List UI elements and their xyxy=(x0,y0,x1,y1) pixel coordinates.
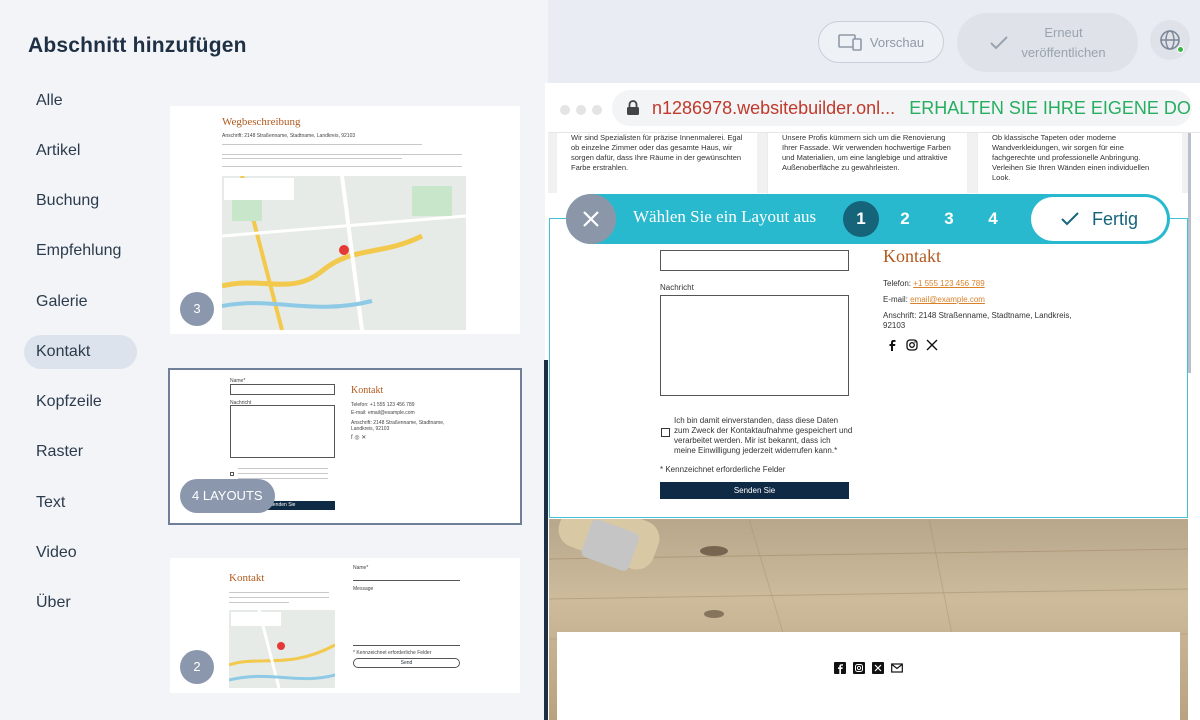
url-field[interactable]: n1286978.websitebuilder.onl... ERHALTEN … xyxy=(612,90,1192,126)
section-thumbnail-directions[interactable]: Wegbeschreibung Anschrift: 2148 Straßenn… xyxy=(170,106,520,334)
done-label: Fertig xyxy=(1091,208,1138,229)
selected-section-outline xyxy=(549,218,1188,518)
republish-button[interactable]: Erneut veröffentlichen xyxy=(957,13,1138,72)
publish-label-line1: Erneut xyxy=(1044,24,1083,40)
thumb-contact-title: Kontakt xyxy=(351,385,384,396)
map-image xyxy=(229,610,335,688)
thumb-title: Kontakt xyxy=(229,572,265,584)
thumb-message-label: Message xyxy=(353,586,374,592)
layout-option-1[interactable]: 1 xyxy=(843,201,879,237)
category-artikel[interactable]: Artikel xyxy=(24,134,137,168)
preview-scrollbar[interactable] xyxy=(1188,133,1191,373)
devices-icon xyxy=(838,34,862,51)
done-button[interactable]: Fertig xyxy=(1031,197,1167,241)
layout-option-3[interactable]: 3 xyxy=(931,201,967,237)
panel-edge xyxy=(544,360,548,720)
layout-count-badge: 2 xyxy=(180,650,214,684)
category-text[interactable]: Text xyxy=(24,486,137,520)
footer-card xyxy=(557,632,1180,720)
thumb-address: Anschrift: 2148 Straßenname, Stadtname, … xyxy=(351,420,445,432)
footer-mail-icon[interactable] xyxy=(891,661,903,673)
language-button[interactable] xyxy=(1150,20,1190,60)
thumb-phone: Telefon: +1 555 123 456 789 xyxy=(351,402,415,408)
category-video[interactable]: Video xyxy=(24,536,137,570)
layout-picker-label: Wählen Sie ein Layout aus xyxy=(633,207,817,226)
preview-button[interactable]: Vorschau xyxy=(818,21,944,63)
category-alle[interactable]: Alle xyxy=(24,84,137,118)
category-ueber[interactable]: Über xyxy=(24,586,137,620)
domain-promo-link[interactable]: ERHALTEN SIE IHRE EIGENE DO... xyxy=(909,98,1192,119)
browser-bar: n1286978.websitebuilder.onl... ERHALTEN … xyxy=(548,83,1200,133)
section-thumbnail-contact-form[interactable]: Name* Nachricht Senden Sie Kontakt Telef… xyxy=(168,368,522,525)
category-raster[interactable]: Raster xyxy=(24,435,137,469)
layout-count-badge: 3 xyxy=(180,292,214,326)
close-icon xyxy=(583,211,599,227)
preview-label: Vorschau xyxy=(869,34,925,50)
category-buchung[interactable]: Buchung xyxy=(24,184,137,218)
footer-facebook-icon[interactable] xyxy=(834,661,846,674)
status-dot xyxy=(1177,46,1184,53)
check-icon xyxy=(990,35,1009,49)
footer-instagram-icon[interactable] xyxy=(853,661,865,674)
close-button[interactable] xyxy=(566,194,616,244)
category-kontakt[interactable]: Kontakt xyxy=(24,335,137,369)
thumb-address: Anschrift: 2148 Straßenname, Stadtname, … xyxy=(222,133,356,139)
thumb-required-note: * Kennzeichnet erforderliche Felder xyxy=(353,650,432,656)
thumb-email: E-mail: email@example.com xyxy=(351,410,415,416)
add-section-panel: Abschnitt hinzufügen Alle Artikel Buchun… xyxy=(0,0,548,720)
map-image xyxy=(222,176,466,330)
thumb-name-label: Name* xyxy=(353,565,369,571)
lock-icon xyxy=(627,100,639,115)
layout-option-2[interactable]: 2 xyxy=(887,201,923,237)
url-text: n1286978.websitebuilder.onl... xyxy=(652,97,896,118)
layouts-count-badge: 4 LAYOUTS xyxy=(180,479,275,513)
section-thumbnail-contact-map[interactable]: Kontakt Name* Message * Kennzeichnet erf… xyxy=(170,558,520,693)
category-galerie[interactable]: Galerie xyxy=(24,285,137,319)
category-kopfzeile[interactable]: Kopfzeile xyxy=(24,385,137,419)
thumb-social-icons: f ◎ ✕ xyxy=(351,435,367,441)
check-icon xyxy=(1061,212,1079,226)
panel-title: Abschnitt hinzufügen xyxy=(28,34,247,57)
category-empfehlung[interactable]: Empfehlung xyxy=(24,234,137,268)
footer-x-icon[interactable] xyxy=(872,661,884,674)
layout-option-4[interactable]: 4 xyxy=(975,201,1011,237)
window-dots xyxy=(560,105,602,115)
publish-label-line2: veröffentlichen xyxy=(1021,44,1106,60)
thumb-title: Wegbeschreibung xyxy=(222,116,301,128)
thumb-send-button: Send xyxy=(353,658,460,668)
